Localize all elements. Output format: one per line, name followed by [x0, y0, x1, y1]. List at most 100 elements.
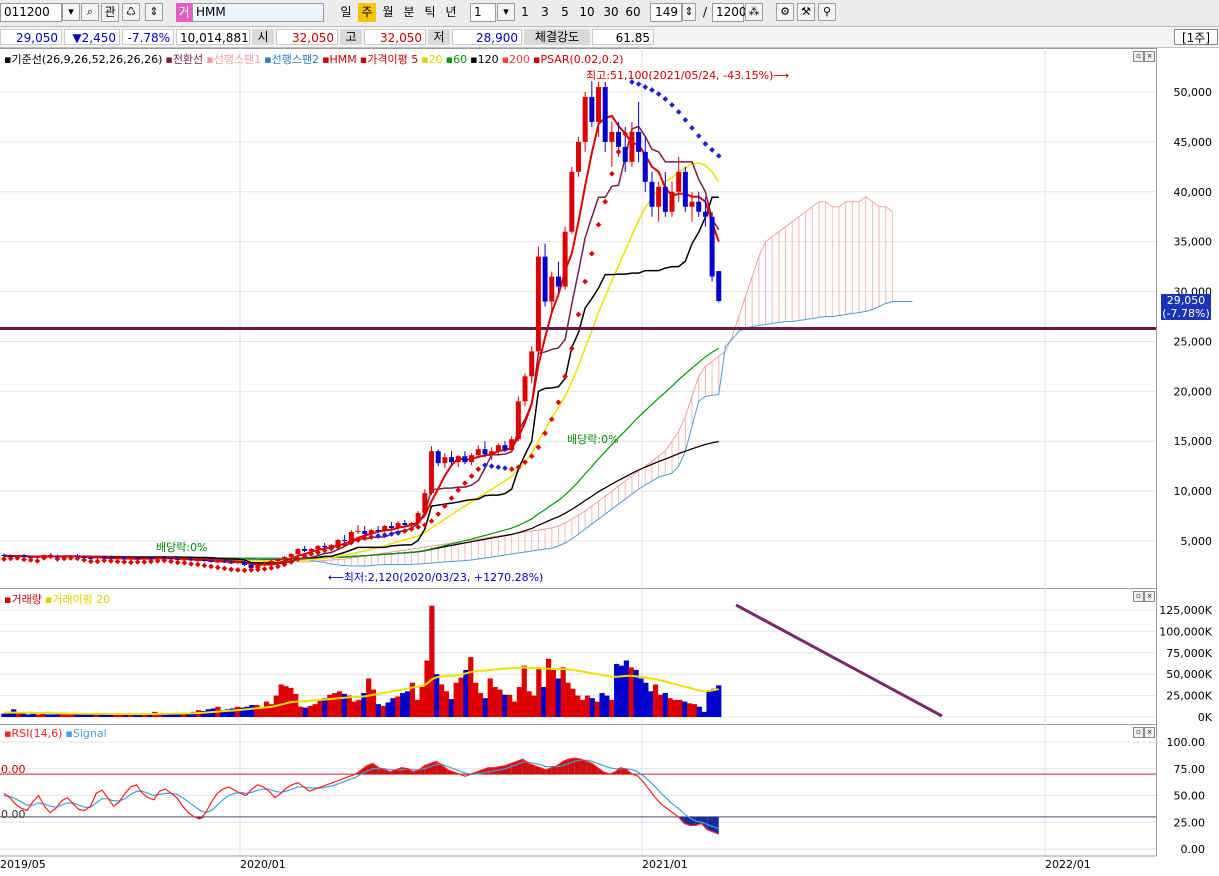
psar-dot	[695, 133, 702, 139]
low-annotation: ⟵최저:2,120(2020/03/23, +1270.28%)	[328, 571, 544, 584]
candle-body	[649, 181, 655, 207]
volume-bar	[526, 691, 532, 717]
volume-bar	[662, 693, 668, 717]
legend-item[interactable]: ▪Signal	[65, 727, 106, 740]
volume-bar	[317, 699, 323, 717]
legend-item[interactable]: ▪거래량	[4, 593, 42, 606]
psar-dot	[682, 117, 689, 123]
volume-bar	[677, 699, 683, 717]
candle-body	[1, 554, 7, 556]
volume-bar	[682, 701, 688, 717]
legend-item[interactable]: ▪가격이평 5	[360, 53, 418, 66]
candle-body	[702, 211, 708, 217]
candle-body	[449, 457, 455, 463]
candle-body	[482, 449, 488, 455]
pane-close-icon[interactable]: ×	[1144, 51, 1155, 62]
candle-body	[662, 186, 668, 212]
legend-item[interactable]: ▪선행스팬2	[264, 53, 319, 66]
candle-body	[589, 96, 595, 122]
ma60-line	[3, 347, 720, 560]
psar-dot	[21, 556, 27, 563]
volume-bar	[555, 678, 561, 717]
psar-dot	[181, 560, 188, 566]
candle-body	[509, 439, 515, 451]
volume-bar	[497, 689, 503, 717]
volume-bar	[30, 713, 36, 717]
legend-item[interactable]: ▪200	[502, 53, 530, 66]
volume-bar	[458, 677, 464, 717]
volume-bar	[404, 691, 411, 717]
volume-tick-label: 75,000K	[1166, 647, 1212, 660]
psar-dot	[662, 96, 669, 102]
psar-dot	[435, 511, 442, 517]
volume-bar	[278, 684, 284, 717]
psar-dot	[174, 559, 181, 566]
candle-body	[308, 548, 314, 551]
candle-body	[268, 560, 274, 563]
pane-minimize-icon[interactable]: ▫	[1133, 591, 1144, 602]
legend-item[interactable]: ▪RSI(14,6)	[4, 727, 62, 740]
legend-item[interactable]: ▪기준선(26,9,26,52,26,26,26)	[4, 53, 162, 66]
volume-bar	[25, 714, 31, 717]
psar-dot	[268, 565, 275, 571]
volume-bar	[584, 695, 591, 717]
candle-body	[262, 562, 268, 565]
rsi-legend: ▪RSI(14,6) ▪Signal	[4, 727, 110, 740]
volume-bar	[74, 714, 80, 717]
candle-body	[295, 548, 301, 554]
candle-body	[636, 131, 642, 152]
legend-item[interactable]: ▪HMM	[322, 53, 357, 66]
psar-dot	[715, 153, 722, 159]
candle-body	[141, 557, 147, 559]
price-tick-label: 50,000	[1174, 86, 1213, 99]
psar-dot	[595, 221, 602, 228]
volume-bar	[473, 682, 479, 717]
candle-body	[602, 87, 608, 142]
psar-dot	[642, 84, 649, 90]
candle-body	[515, 401, 521, 440]
rsi-tick-label: 75.00	[1174, 763, 1206, 776]
candle-body	[575, 141, 581, 172]
legend-item[interactable]: ▪전환선	[165, 53, 203, 66]
volume-bar	[390, 698, 396, 717]
psar-dot	[194, 561, 201, 568]
pane-minimize-icon[interactable]: ▫	[1133, 727, 1144, 738]
legend-item[interactable]: ▪20	[421, 53, 442, 66]
psar-dot	[114, 558, 121, 565]
price-legend: ▪기준선(26,9,26,52,26,26,26) ▪전환선 ▪선행스팬1 ▪선행스팬…	[4, 51, 627, 67]
volume-bar	[468, 657, 474, 717]
pane-close-icon[interactable]: ×	[1144, 591, 1155, 602]
psar-dot	[575, 311, 582, 318]
legend-item[interactable]: ▪120	[470, 53, 498, 66]
candle-body	[596, 87, 602, 122]
candle-body	[562, 231, 568, 287]
psar-dot	[468, 473, 475, 479]
price-tick-label: 45,000	[1174, 136, 1213, 149]
dividend-annotation: 배당락:0%	[567, 433, 619, 446]
volume-bar	[254, 705, 260, 717]
legend-item[interactable]: ▪60	[446, 53, 467, 66]
candle-body	[241, 561, 247, 565]
psar-dot	[121, 559, 128, 565]
volume-bar	[463, 669, 469, 717]
volume-bar	[283, 686, 289, 717]
legend-item[interactable]: ▪선행스팬1	[206, 53, 261, 66]
pane-close-icon[interactable]: ×	[1144, 727, 1155, 738]
psar-dot	[375, 533, 381, 539]
candle-body	[569, 171, 575, 232]
candle-body	[495, 445, 501, 452]
volume-bar	[443, 691, 450, 717]
candle-body	[429, 451, 435, 494]
volume-bar	[536, 667, 542, 717]
legend-item[interactable]: ▪PSAR(0.02,0.2)	[533, 53, 624, 66]
candle-body	[382, 526, 388, 532]
candle-body	[716, 271, 722, 302]
pane-minimize-icon[interactable]: ▫	[1133, 51, 1144, 62]
rsi-lower-level-label: 0.00	[1, 808, 26, 821]
legend-item[interactable]: ▪거래이평 20	[45, 593, 110, 606]
volume-bar	[249, 705, 255, 717]
candle-body	[34, 556, 40, 558]
candle-body	[402, 523, 408, 526]
candle-body	[682, 171, 688, 207]
candle-body	[422, 493, 428, 514]
